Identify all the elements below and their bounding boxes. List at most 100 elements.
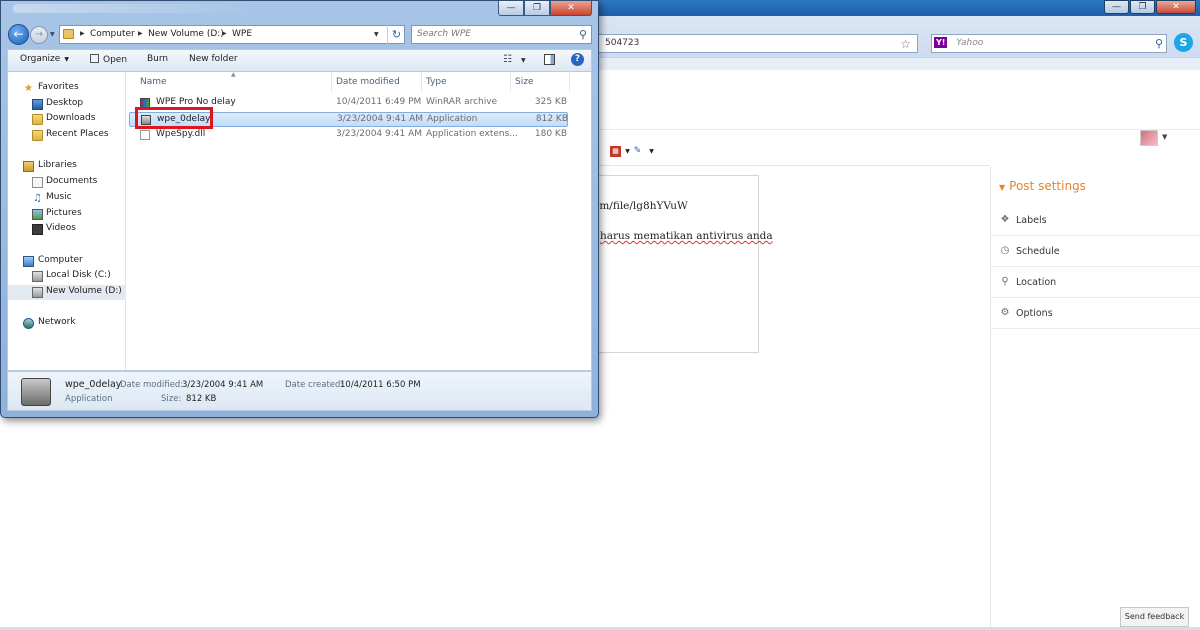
maximize-button[interactable]: ❐	[524, 1, 550, 16]
column-date-modified[interactable]: Date modified	[331, 72, 422, 92]
search-placeholder: Search WPE	[417, 29, 471, 39]
file-size: 812 KB	[535, 114, 568, 124]
nav-recent-places[interactable]: Recent Places	[8, 128, 126, 143]
breadcrumb-separator-icon[interactable]: ▶	[138, 30, 143, 37]
organize-button[interactable]: Organize ▼	[20, 54, 69, 64]
command-bar: Organize ▼ Open Burn New folder ☷ ▼ ?	[7, 49, 592, 71]
nav-libraries[interactable]: Libraries	[8, 159, 126, 174]
desktop-icon	[32, 99, 43, 110]
file-size: 180 KB	[534, 129, 567, 139]
address-bar[interactable]: 504723 ☆	[598, 34, 918, 53]
yahoo-logo-icon: Y!	[934, 37, 948, 48]
help-icon[interactable]: ?	[571, 53, 584, 66]
explorer-window: — ❐ ✕ ← → ▼ ▶ Computer ▶ New Volume (D:)…	[0, 0, 599, 418]
nav-network[interactable]: Network	[8, 316, 126, 331]
date-created-label: Date created:	[285, 380, 344, 390]
burn-button[interactable]: Burn	[147, 54, 168, 64]
file-type: WinRAR archive	[426, 97, 498, 107]
insert-image-icon[interactable]: ▦	[610, 146, 621, 157]
hard-disk-icon	[32, 271, 43, 282]
file-list[interactable]: Name ▲ Date modified Type Size WPE Pro N…	[127, 71, 592, 370]
post-settings-title[interactable]: ▼ Post settings	[999, 179, 1086, 193]
search-icon[interactable]: ⚲	[579, 26, 587, 43]
file-date: 3/23/2004 9:41 AM	[337, 114, 424, 124]
forward-button[interactable]: →	[30, 26, 48, 44]
column-size[interactable]: Size	[510, 72, 570, 92]
nav-videos[interactable]: Videos	[8, 222, 126, 237]
breadcrumb-separator-icon[interactable]: ▶	[222, 30, 227, 37]
post-editor[interactable]: om/file/lg8hYVuW harus mematikan antivir…	[593, 175, 773, 353]
settings-item-options[interactable]: ⚙ Options	[991, 298, 1200, 329]
gear-icon: ⚙	[1000, 307, 1010, 318]
pencil-icon[interactable]: ✎	[632, 146, 643, 157]
dll-file-icon	[140, 130, 150, 140]
nav-label: Videos	[46, 223, 76, 233]
browser-close-button[interactable]: ✕	[1156, 0, 1196, 14]
avatar-dropdown-icon[interactable]: ▼	[1162, 133, 1167, 141]
change-view-icon[interactable]: ☷	[503, 54, 512, 65]
address-dropdown-icon[interactable]: ▼	[374, 31, 379, 38]
videos-icon	[32, 224, 43, 235]
post-settings-title-text: Post settings	[1009, 179, 1086, 193]
folder-icon	[63, 29, 74, 39]
nav-documents[interactable]: Documents	[8, 175, 126, 190]
skype-icon[interactable]: S	[1174, 33, 1193, 52]
star-icon: ★	[24, 83, 33, 94]
nav-computer[interactable]: Computer	[8, 254, 126, 269]
settings-item-label: Schedule	[1016, 246, 1060, 257]
yahoo-search-box[interactable]: Y! Yahoo ⚲	[931, 34, 1167, 53]
breadcrumb-separator-icon[interactable]: ▶	[80, 30, 85, 37]
pencil-dropdown-icon[interactable]: ▼	[646, 146, 657, 157]
nav-label: Documents	[46, 176, 98, 186]
file-name: WPE Pro No delay	[156, 97, 236, 107]
nav-downloads[interactable]: Downloads	[8, 112, 126, 127]
breadcrumb-new-volume[interactable]: New Volume (D:)	[148, 29, 224, 39]
details-pane: wpe_0delay Application Date modified: 3/…	[7, 371, 592, 411]
view-dropdown-icon[interactable]: ▼	[521, 57, 526, 64]
nav-music[interactable]: ♫ Music	[8, 191, 126, 206]
nav-label: Music	[46, 192, 72, 202]
settings-item-label: Options	[1016, 308, 1053, 319]
music-note-icon: ♫	[33, 193, 42, 204]
search-input[interactable]: Search WPE ⚲	[411, 25, 592, 44]
favorite-star-icon[interactable]: ☆	[900, 36, 911, 52]
network-icon	[23, 318, 34, 329]
nav-favorites[interactable]: ★ Favorites	[8, 81, 126, 96]
settings-item-schedule[interactable]: ◷ Schedule	[991, 236, 1200, 267]
new-folder-button[interactable]: New folder	[189, 54, 238, 64]
minimize-button[interactable]: —	[498, 1, 524, 16]
open-button[interactable]: Open	[90, 54, 127, 65]
documents-icon	[32, 177, 43, 188]
settings-item-location[interactable]: ⚲ Location	[991, 267, 1200, 298]
settings-item-labels[interactable]: ❖ Labels	[991, 205, 1200, 236]
browser-minimize-button[interactable]: —	[1104, 0, 1129, 14]
size-value: 812 KB	[186, 394, 217, 404]
file-size: 325 KB	[534, 97, 567, 107]
browser-maximize-button[interactable]: ❐	[1130, 0, 1155, 14]
nav-new-volume[interactable]: New Volume (D:)	[8, 285, 126, 300]
computer-icon	[23, 256, 34, 267]
nav-local-disk[interactable]: Local Disk (C:)	[8, 269, 126, 284]
details-file-name: wpe_0delay	[65, 379, 122, 390]
preview-pane-icon[interactable]	[544, 54, 555, 65]
search-icon[interactable]: ⚲	[1155, 35, 1163, 52]
close-button[interactable]: ✕	[550, 1, 592, 16]
file-name: WpeSpy.dll	[156, 129, 206, 139]
nav-desktop[interactable]: Desktop	[8, 97, 126, 112]
send-feedback-button[interactable]: Send feedback	[1120, 607, 1189, 627]
back-button[interactable]: ←	[8, 24, 29, 45]
refresh-icon[interactable]: ↻	[387, 25, 405, 44]
breadcrumb-computer[interactable]: Computer	[90, 29, 135, 39]
avatar[interactable]	[1140, 130, 1158, 146]
window-caption	[13, 4, 253, 13]
file-row[interactable]: WpeSpy.dll 3/23/2004 9:41 AM Application…	[129, 128, 568, 143]
recent-pages-dropdown-icon[interactable]: ▼	[50, 31, 55, 38]
breadcrumb-wpe[interactable]: WPE	[232, 29, 252, 39]
breadcrumb[interactable]: ▶ Computer ▶ New Volume (D:) ▶ WPE ▼ ↻	[59, 25, 405, 44]
navigation-pane[interactable]: ★ Favorites Desktop Downloads Recent Pla…	[8, 72, 126, 370]
collapse-icon: ▼	[999, 183, 1006, 192]
nav-label: New Volume (D:)	[46, 286, 122, 296]
explorer-content: ★ Favorites Desktop Downloads Recent Pla…	[7, 71, 592, 371]
nav-pictures[interactable]: Pictures	[8, 207, 126, 222]
column-type[interactable]: Type	[421, 72, 511, 92]
